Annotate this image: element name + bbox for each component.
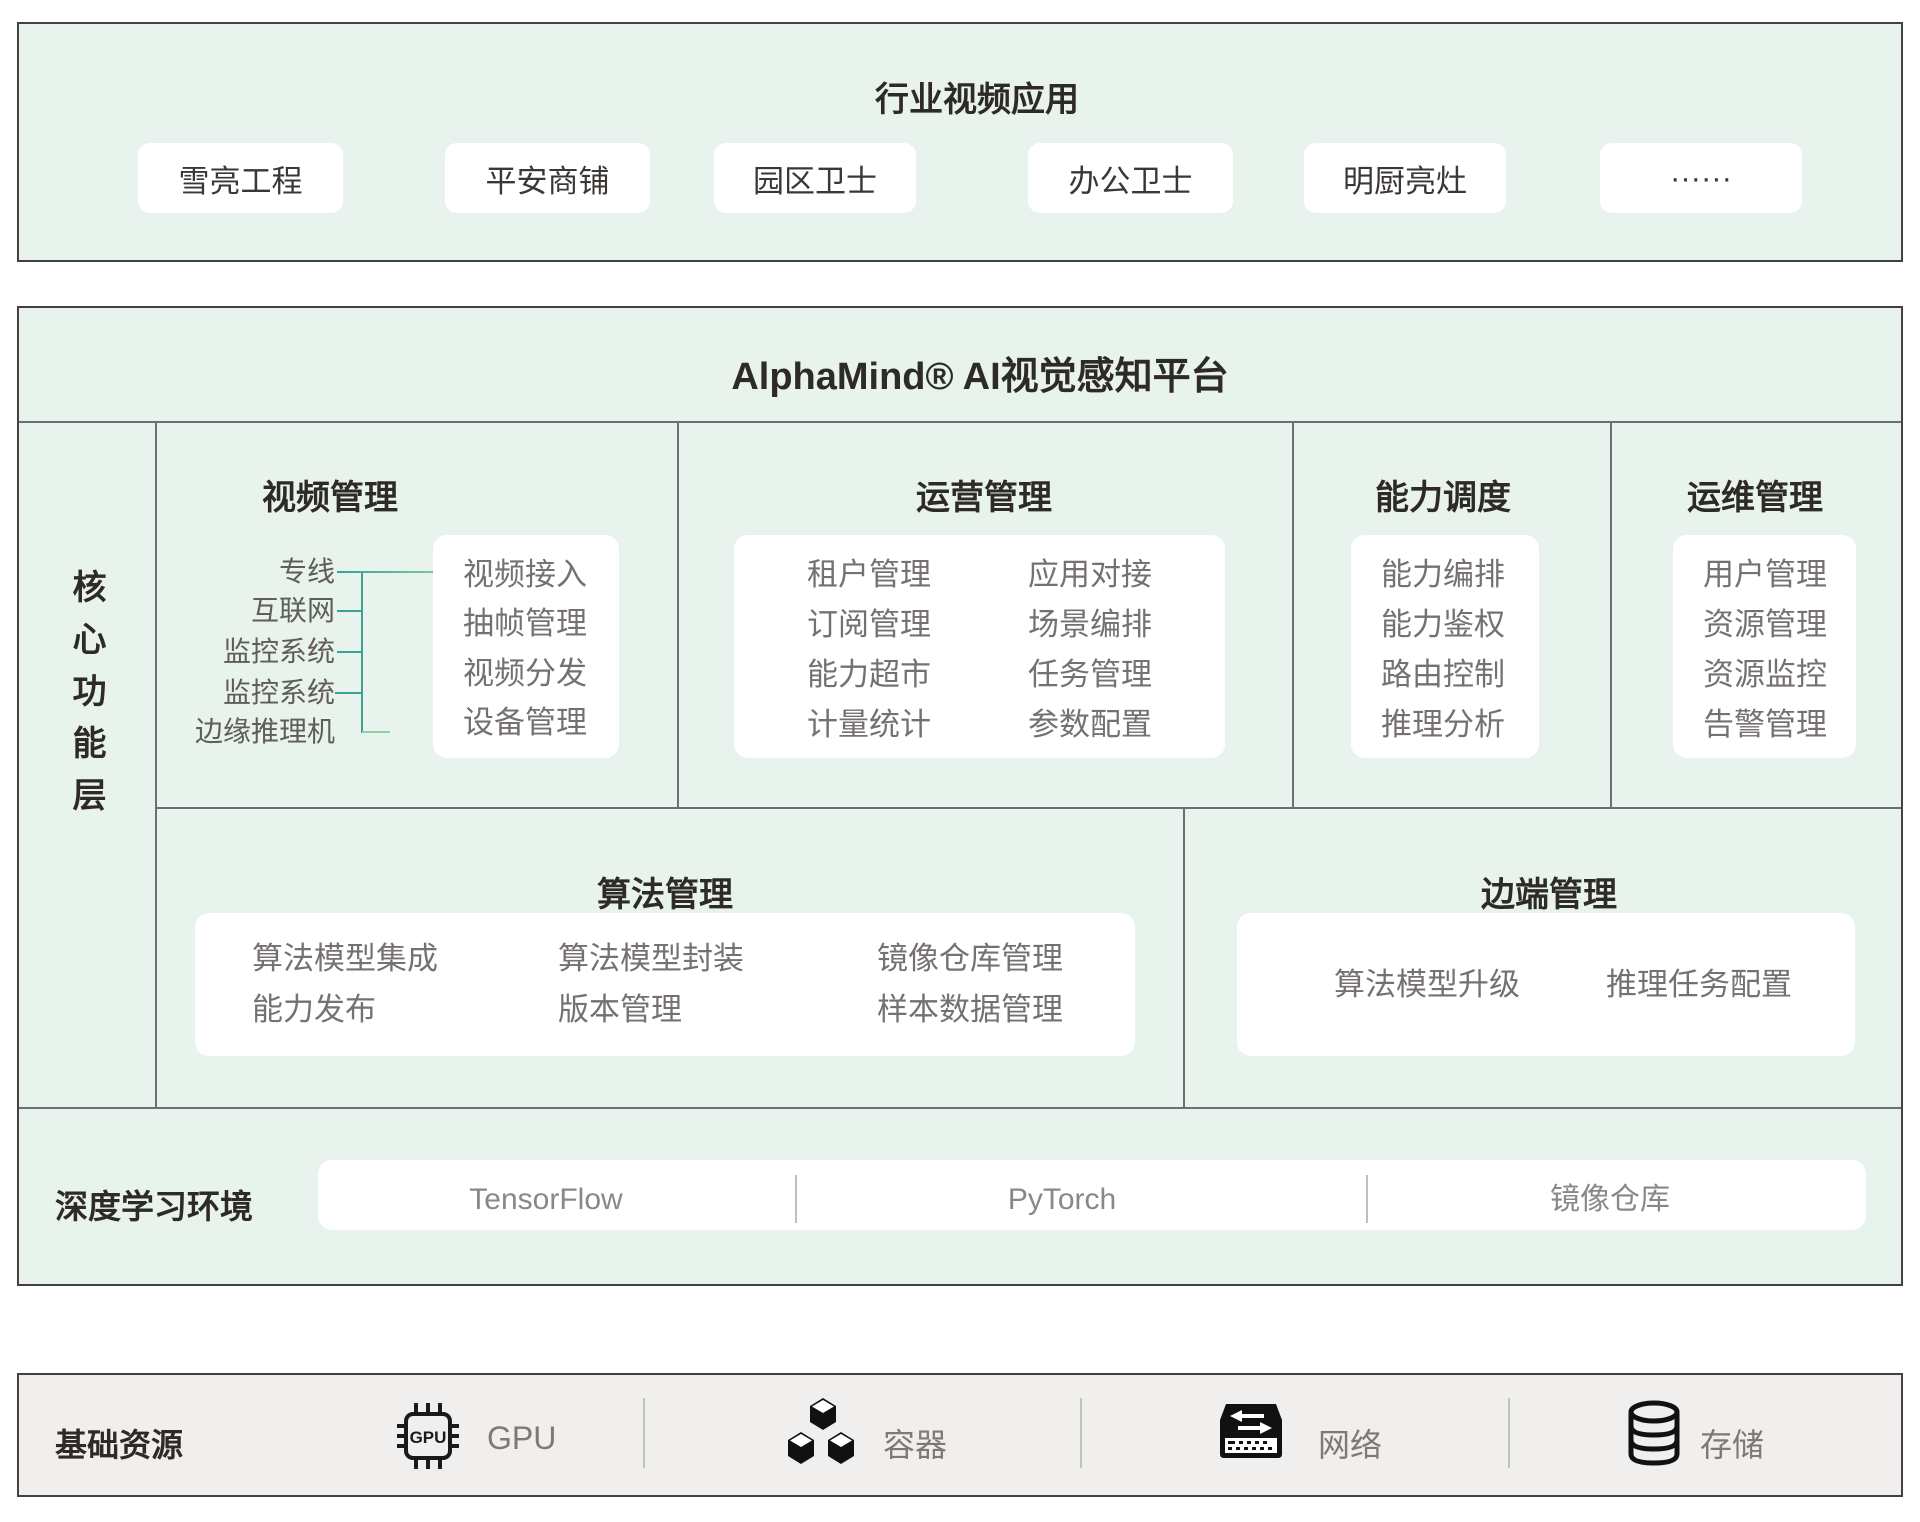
algo-mgmt-item: 能力发布 [252, 992, 376, 1028]
om-mgmt-item: 用户管理 [1703, 557, 1827, 593]
video-mgmt-item: 视频分发 [463, 656, 587, 692]
algo-mgmt-item: 样本数据管理 [877, 992, 1063, 1028]
ops-mgmt-item: 能力超市 [807, 657, 931, 693]
platform-panel [17, 306, 1903, 1286]
storage-database-icon [1624, 1400, 1684, 1466]
capability-sched-item: 能力鉴权 [1381, 607, 1505, 643]
container-cubes-icon [785, 1396, 861, 1466]
base-resources-label: 基础资源 [55, 1420, 183, 1466]
app-chip-pingan: 平安商铺 [445, 143, 650, 213]
video-source-label: 监控系统 [155, 635, 335, 669]
dl-separator [795, 1175, 797, 1223]
om-mgmt-title: 运维管理 [1687, 470, 1823, 519]
ops-mgmt-item: 租户管理 [807, 557, 931, 593]
app-chip-yuanqu: 园区卫士 [714, 143, 916, 213]
ops-mgmt-item: 任务管理 [1028, 657, 1152, 693]
ops-mgmt-item: 计量统计 [807, 707, 931, 743]
divider-sched-maint [1610, 422, 1612, 808]
capability-sched-item: 能力编排 [1381, 557, 1505, 593]
divider-algo-edge [1183, 808, 1185, 1108]
base-resources-panel [17, 1373, 1903, 1497]
core-layer-label: 核心功能层 [62, 569, 111, 829]
resource-separator [1508, 1398, 1510, 1468]
algo-mgmt-title: 算法管理 [597, 867, 733, 916]
video-source-label: 互联网 [155, 594, 335, 628]
edge-mgmt-item: 推理任务配置 [1606, 967, 1792, 1003]
algo-mgmt-box [195, 913, 1135, 1056]
connector-stub [337, 610, 363, 612]
edge-mgmt-title: 边端管理 [1481, 867, 1617, 916]
divider-video-ops [677, 422, 679, 808]
app-chip-bangong: 办公卫士 [1028, 143, 1233, 213]
om-mgmt-item: 资源管理 [1703, 607, 1827, 643]
ops-mgmt-item: 订阅管理 [807, 607, 931, 643]
dl-separator [1366, 1175, 1368, 1223]
algo-mgmt-item: 镜像仓库管理 [877, 941, 1063, 977]
video-mgmt-item: 设备管理 [463, 705, 587, 741]
industry-apps-panel: 行业视频应用 [17, 22, 1903, 262]
network-switch-icon [1216, 1402, 1286, 1460]
industry-apps-title: 行业视频应用 [875, 72, 1079, 121]
resource-separator [643, 1398, 645, 1468]
video-mgmt-title: 视频管理 [262, 470, 398, 519]
video-mgmt-item: 抽帧管理 [463, 606, 587, 642]
dl-env-item: 镜像仓库 [1550, 1182, 1670, 1218]
om-mgmt-item: 告警管理 [1703, 707, 1827, 743]
line-under-top-sections [155, 807, 1901, 809]
edge-mgmt-item: 算法模型升级 [1334, 967, 1520, 1003]
video-source-label: 边缘推理机 [155, 715, 335, 749]
om-mgmt-item: 资源监控 [1703, 657, 1827, 693]
video-source-label: 专线 [155, 555, 335, 589]
connector-stub [337, 651, 363, 653]
platform-title: AlphaMind® AI视觉感知平台 [731, 345, 1228, 400]
dl-env-label: 深度学习环境 [55, 1180, 253, 1228]
resource-item-storage: 存储 [1700, 1420, 1764, 1466]
divider-ops-sched [1292, 422, 1294, 808]
svg-text:GPU: GPU [410, 1428, 447, 1447]
app-chip-ellipsis: ······ [1600, 143, 1802, 213]
algo-mgmt-item: 版本管理 [558, 992, 682, 1028]
connector-stub-bottom [362, 731, 390, 733]
algo-mgmt-item: 算法模型集成 [252, 941, 438, 977]
video-source-label: 监控系统 [155, 676, 335, 710]
app-chip-mingchu: 明厨亮灶 [1304, 143, 1506, 213]
line-under-platform-title [19, 421, 1901, 423]
resource-item-container: 容器 [883, 1420, 947, 1466]
line-above-dl-band [19, 1107, 1901, 1109]
dl-env-item: TensorFlow [469, 1182, 622, 1218]
algo-mgmt-item: 算法模型封装 [558, 941, 744, 977]
gpu-chip-icon: GPU [390, 1398, 466, 1474]
ops-mgmt-title: 运营管理 [916, 470, 1052, 519]
capability-sched-item: 推理分析 [1381, 707, 1505, 743]
capability-sched-title: 能力调度 [1375, 470, 1511, 519]
capability-sched-item: 路由控制 [1381, 657, 1505, 693]
dl-env-item: PyTorch [1008, 1182, 1116, 1218]
core-rail-divider [155, 422, 157, 1108]
resource-separator [1080, 1398, 1082, 1468]
connector-stub [335, 692, 363, 694]
architecture-diagram: 行业视频应用 雪亮工程 平安商铺 园区卫士 办公卫士 明厨亮灶 ······ A… [0, 0, 1920, 1522]
resource-item-network: 网络 [1318, 1420, 1382, 1466]
ops-mgmt-item: 参数配置 [1028, 707, 1152, 743]
app-chip-xueliang: 雪亮工程 [138, 143, 343, 213]
video-mgmt-item: 视频接入 [463, 557, 587, 593]
resource-item-gpu: GPU [487, 1420, 556, 1457]
ops-mgmt-item: 场景编排 [1028, 607, 1152, 643]
ops-mgmt-item: 应用对接 [1028, 557, 1152, 593]
